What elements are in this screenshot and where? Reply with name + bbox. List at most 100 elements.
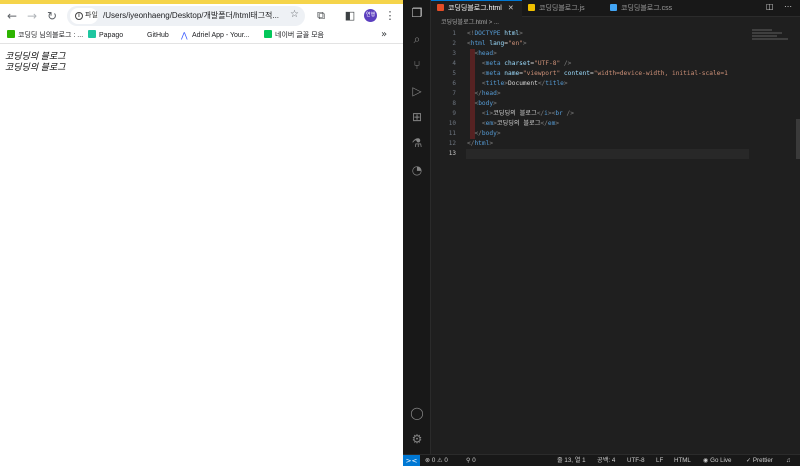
bookmark-item[interactable]: GitHub — [147, 30, 169, 42]
code-line[interactable]: <meta charset="UTF-8" /> — [467, 59, 767, 69]
bookmark-item[interactable]: ⋀ Adriel App - Your... — [181, 30, 250, 42]
activity-bar: ❐ ⌕ ⑂ ▷ ⊞ ⚗ ◔ ◯ ⚙ — [403, 0, 431, 454]
bookmark-label: 코딩딩 님의블로그 : ... — [18, 32, 84, 39]
address-bar[interactable]: i 파일 /Users/iyeonhaeng/Desktop/개발폴더/html… — [67, 6, 305, 26]
tab-label: 코딩딩블로그.css — [621, 5, 673, 12]
code-line[interactable]: <head> — [467, 49, 767, 59]
code-token: Document — [508, 80, 538, 87]
line-number: 8 — [452, 100, 456, 107]
bookmark-star-icon[interactable]: ☆ — [290, 9, 299, 20]
code-token: html — [470, 40, 486, 47]
notifications-bell-icon[interactable]: ♫ — [786, 455, 791, 466]
code-token: </ — [474, 130, 482, 137]
line-number: 9 — [452, 110, 456, 117]
browser-toolbar: ← → ↻ i 파일 /Users/iyeonhaeng/Desktop/개발폴… — [0, 4, 403, 28]
go-live-label: Go Live — [710, 457, 732, 464]
code-token: "width=device-width, initial-scale=1 — [593, 70, 728, 77]
bookmark-item[interactable]: 코딩딩 님의블로그 : ... — [7, 30, 83, 42]
adriel-favicon-icon: ⋀ — [181, 31, 188, 40]
code-token: meta — [485, 60, 501, 67]
bookmark-item[interactable]: 네이버 글꼴 모음 — [264, 30, 324, 42]
code-line[interactable]: <html lang="en"> — [467, 39, 767, 49]
code-line[interactable]: <body> — [467, 99, 767, 109]
side-panel-icon[interactable]: ◧ — [343, 9, 357, 23]
site-info-label: 파일 — [85, 12, 98, 19]
info-icon: i — [75, 12, 83, 20]
profile-avatar[interactable]: 연행 — [364, 9, 377, 22]
code-token: /> — [560, 60, 572, 67]
code-token: /> — [562, 110, 574, 117]
italic-text: 코딩딩의 블로그 — [5, 51, 66, 61]
eol-status[interactable]: LF — [656, 455, 663, 466]
scrollbar[interactable] — [796, 119, 800, 159]
go-live-button[interactable]: ◉ Go Live — [703, 455, 731, 466]
code-line[interactable]: <i>코딩딩의 블로그</i><br /> — [467, 109, 767, 119]
code-line[interactable]: <meta name="viewport" content="width=dev… — [467, 69, 767, 79]
encoding-status[interactable]: UTF-8 — [627, 455, 645, 466]
settings-gear-icon[interactable]: ⚙ — [410, 432, 424, 446]
breadcrumb[interactable]: 코딩딩블로그.html > ... — [431, 17, 800, 29]
tab-css-file[interactable]: 코딩딩블로그.css — [604, 0, 688, 17]
editor-actions[interactable]: ◫ ⋯ — [766, 2, 796, 11]
code-token: name — [500, 70, 520, 77]
url-text[interactable]: /Users/iyeonhaeng/Desktop/개발폴더/html태그적..… — [103, 10, 283, 21]
tab-js-file[interactable]: 코딩딩블로그.js — [522, 0, 602, 17]
naver-favicon-icon — [264, 30, 272, 38]
code-line[interactable] — [466, 149, 749, 159]
source-control-icon[interactable]: ⑂ — [410, 58, 424, 72]
line-number: 7 — [452, 90, 456, 97]
editor-tab-bar: 코딩딩블로그.html ✕ 코딩딩블로그.js 코딩딩블로그.css ◫ ⋯ — [431, 0, 800, 17]
code-line[interactable]: <title>Document</title> — [467, 79, 767, 89]
line-number: 1 — [452, 30, 456, 37]
extensions-icon[interactable]: ⊞ — [410, 110, 424, 124]
code-token: > — [555, 120, 560, 127]
code-line[interactable]: </html> — [467, 139, 767, 149]
cursor-position[interactable]: 줄 13, 열 1 — [557, 455, 586, 466]
minimap-line — [752, 35, 777, 37]
run-debug-icon[interactable]: ▷ — [410, 84, 424, 98]
code-token: head — [481, 90, 497, 97]
tab-html-file[interactable]: 코딩딩블로그.html ✕ — [431, 0, 522, 17]
language-mode[interactable]: HTML — [674, 455, 691, 466]
minimap[interactable] — [752, 29, 792, 49]
code-token: > — [493, 100, 497, 107]
accounts-icon[interactable]: ◯ — [410, 406, 424, 420]
code-token: "en" — [508, 40, 523, 47]
code-lines[interactable]: <!DOCTYPE html> <html lang="en"> <head> <… — [466, 29, 767, 159]
code-token: > — [522, 40, 527, 47]
code-line[interactable]: </body> — [467, 129, 767, 139]
site-info-chip[interactable]: i 파일 — [70, 8, 98, 24]
explorer-files-icon[interactable]: ❐ — [410, 6, 424, 20]
code-token: > — [496, 130, 501, 137]
bookmark-item[interactable]: Papago — [88, 30, 123, 42]
code-token: </ — [474, 90, 482, 97]
code-line[interactable]: <em>코딩딩의 블로그</em> — [467, 119, 767, 129]
close-icon[interactable]: ✕ — [508, 5, 514, 12]
browser-menu-icon[interactable]: ⋮ — [383, 9, 397, 23]
code-editor[interactable]: 1 2 3 4 5 6 7 8 9 10 11 12 13 <!DOCTYPE html> <html l… — [431, 29, 800, 454]
forward-arrow-icon[interactable]: → — [25, 9, 39, 23]
testing-icon[interactable]: ⚗ — [410, 136, 424, 150]
remote-indicator-icon[interactable]: >< — [403, 455, 420, 466]
reload-icon[interactable]: ↻ — [45, 9, 59, 23]
code-line[interactable]: <!DOCTYPE html> — [467, 29, 767, 39]
code-token: charset — [500, 60, 531, 67]
github-icon[interactable]: ◔ — [410, 163, 424, 177]
code-token: lang — [485, 40, 505, 47]
more-bookmarks-chevron-icon[interactable]: » — [381, 29, 387, 40]
back-arrow-icon[interactable]: ← — [5, 9, 19, 23]
extensions-puzzle-icon[interactable]: ⧉ — [314, 9, 328, 23]
problems-status[interactable]: ⊗ 0 ⚠ 0 — [425, 455, 448, 466]
code-token: > — [496, 90, 501, 97]
ports-status[interactable]: ⚲ 0 — [466, 455, 476, 466]
indentation-status[interactable]: 공백: 4 — [597, 455, 615, 466]
line-number-gutter: 1 2 3 4 5 6 7 8 9 10 11 12 13 — [431, 29, 456, 159]
code-token: title — [545, 80, 564, 87]
code-line[interactable]: </head> — [467, 89, 767, 99]
code-token: > — [563, 80, 568, 87]
prettier-status[interactable]: ✓ Prettier — [746, 455, 773, 466]
code-token: "UTF-8" — [534, 60, 561, 67]
tab-label: 코딩딩블로그.html — [448, 5, 502, 12]
css-file-icon — [610, 4, 617, 11]
search-icon[interactable]: ⌕ — [410, 32, 424, 46]
